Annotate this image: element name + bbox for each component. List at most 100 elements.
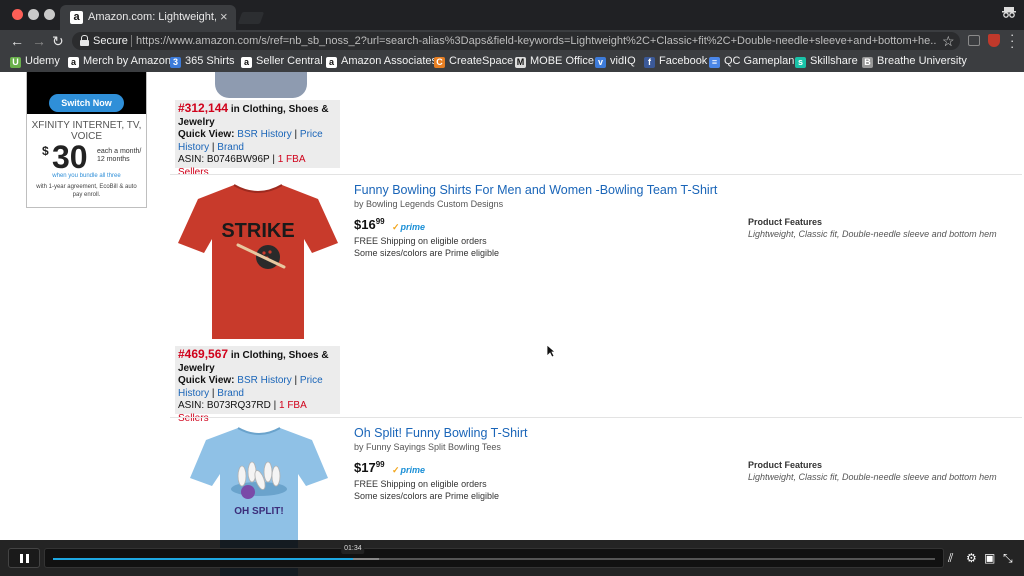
bookmark-item[interactable]: s Skillshare [795,55,858,69]
bsr-rank-line: #312,144 in Clothing, Shoes & Jewelry [178,102,337,129]
extension-shield-icon[interactable] [988,34,1000,47]
udemy-icon: U [10,57,21,68]
ad-price-unit: each a month/ 12 months [97,148,142,163]
product-features-label: Product Features [748,460,823,470]
vidiq-icon: v [595,57,606,68]
pause-button[interactable] [8,548,40,568]
forward-icon[interactable]: → [32,33,46,49]
mobe-icon: M [515,57,526,68]
bookmark-item[interactable]: a Seller Central [241,55,323,69]
bookmark-item[interactable]: M MOBE Office [515,55,594,69]
bookmark-label: CreateSpace [449,55,514,67]
amazon-search-results: Switch Now XFINITY INTERNET, TV, VOICE $… [0,72,1024,576]
speed-icon[interactable]: ⫽ [948,552,953,564]
browser-tab[interactable]: a Amazon.com: Lightweight, Cla × [60,5,236,30]
link-separator: | [270,400,279,411]
product-brand[interactable]: by Funny Sayings Split Bowling Tees [354,442,501,452]
price-cents: 99 [375,460,385,469]
bookmark-item[interactable]: a Amazon Associates [326,55,437,69]
price-cents: 99 [375,217,385,226]
link-separator: | [291,375,300,386]
bookmark-label: Merch by Amazon [83,55,172,67]
bookmark-label: Facebook [659,55,708,67]
product-image-partial[interactable] [215,72,307,98]
asin: ASIN: B0746BW96P [178,154,270,165]
cast-icon[interactable] [968,35,980,46]
url-text[interactable]: https://www.amazon.com/s/ref=nb_sb_noss_… [136,35,936,47]
bookmark-item[interactable]: U Udemy [10,55,60,69]
bsr-history-link[interactable]: BSR History [237,375,291,386]
bookmark-star-icon[interactable]: ☆ [942,33,955,50]
screen: a Amazon.com: Lightweight, Cla × ← → ↻ S… [0,0,1024,576]
shipping-line-1: FREE Shipping on eligible orders [354,236,487,246]
shipping-line-1: FREE Shipping on eligible orders [354,479,487,489]
minimize-window-button[interactable] [28,9,39,20]
shipping-line-2: Some sizes/colors are Prime eligible [354,491,500,501]
ad-terms-note: with 1-year agreement, EcoBill & auto pa… [36,184,137,198]
lock-icon [80,35,89,46]
settings-gear-icon[interactable]: ⚙ [966,552,977,564]
quick-view-line: Quick View: BSR History | Price History … [178,129,337,154]
price-dollars: $16 [354,217,376,232]
back-icon[interactable]: ← [10,33,24,49]
bookmark-label: Breathe University [877,55,967,67]
bookmarks-bar: U Udemy a Merch by Amazon 3 365 Shirts a Seller… [0,52,1024,72]
reload-icon[interactable]: ↻ [52,33,64,49]
address-bar[interactable]: Secure https://www.amazon.com/s/ref=nb_s… [72,32,960,50]
quick-view-label: Quick View: [178,129,238,140]
shirt-icon: 3 [170,57,181,68]
close-tab-icon[interactable]: × [220,9,228,24]
time-tooltip: 01:34 [341,544,365,554]
menu-icon[interactable]: · · · [1010,28,1014,53]
link-separator: | [269,154,278,165]
product-title-link[interactable]: Oh Split! Funny Bowling T-Shirt [354,426,527,440]
product-title-link[interactable]: Funny Bowling Shirts For Men and Women -… [354,183,717,197]
bookmark-item[interactable]: ≡ QC Gameplan [709,55,794,69]
strike-shirt-image[interactable]: STRIKE [176,181,340,343]
tab-title: Amazon.com: Lightweight, Cla [88,11,216,23]
bookmark-item[interactable]: 3 365 Shirts [170,55,235,69]
bsr-box: #312,144 in Clothing, Shoes & Jewelry Qu… [175,100,340,178]
product-brand[interactable]: by Bowling Legends Custom Designs [354,199,503,209]
product-features: Lightweight, Classic fit, Double-needle … [748,472,997,482]
price-dollars: $17 [354,460,376,475]
ad-price: 30 [52,139,88,175]
bookmark-item[interactable]: C CreateSpace [434,55,513,69]
brand-link[interactable]: Brand [217,142,244,153]
bsr-rank: #469,567 [178,347,229,361]
brand-link[interactable]: Brand [217,388,244,399]
bookmark-item[interactable]: B Breathe University [862,55,967,69]
amazon-favicon-icon: a [70,11,83,24]
xfinity-ad[interactable]: Switch Now XFINITY INTERNET, TV, VOICE $… [26,72,147,208]
createspace-icon: C [434,57,445,68]
bookmark-label: Amazon Associates [341,55,437,67]
product-result-1: #312,144 in Clothing, Shoes & Jewelry Qu… [170,72,1022,178]
maximize-window-button[interactable] [44,9,55,20]
product-features-label: Product Features [748,217,823,227]
bookmark-item[interactable]: f Facebook [644,55,707,69]
incognito-icon [1002,6,1016,21]
close-window-button[interactable] [12,9,23,20]
breathe-icon: B [862,57,873,68]
bsr-box: #469,567 in Clothing, Shoes & Jewelry Qu… [175,346,340,424]
bookmark-label: Udemy [25,55,60,67]
picture-in-picture-icon[interactable]: ▣ [984,552,995,564]
switch-now-button[interactable]: Switch Now [49,94,124,112]
new-tab-button[interactable] [237,12,265,24]
ad-dollar-sign: $ [42,144,49,158]
bookmark-item[interactable]: a Merch by Amazon [68,55,171,69]
bsr-history-link[interactable]: BSR History [237,129,291,140]
prime-badge: prime [392,465,426,476]
seek-bar[interactable]: 01:34 [44,544,944,568]
seek-progress [53,558,353,560]
tab-strip: a Amazon.com: Lightweight, Cla × [0,0,1024,30]
shirt-print-text: OH SPLIT! [234,506,283,517]
video-player-controls: 01:34 ⫽ ⚙ ▣ ⤡ [0,540,1024,576]
bsr-rank: #312,144 [178,101,229,115]
exit-fullscreen-icon[interactable]: ⤡ [1003,552,1013,564]
browser-toolbar: ← → ↻ Secure https://www.amazon.com/s/re… [0,30,1024,52]
facebook-icon: f [644,57,655,68]
bookmark-item[interactable]: v vidIQ [595,55,636,69]
bookmark-label: Seller Central [256,55,323,67]
ad-banner: Switch Now [27,72,146,114]
